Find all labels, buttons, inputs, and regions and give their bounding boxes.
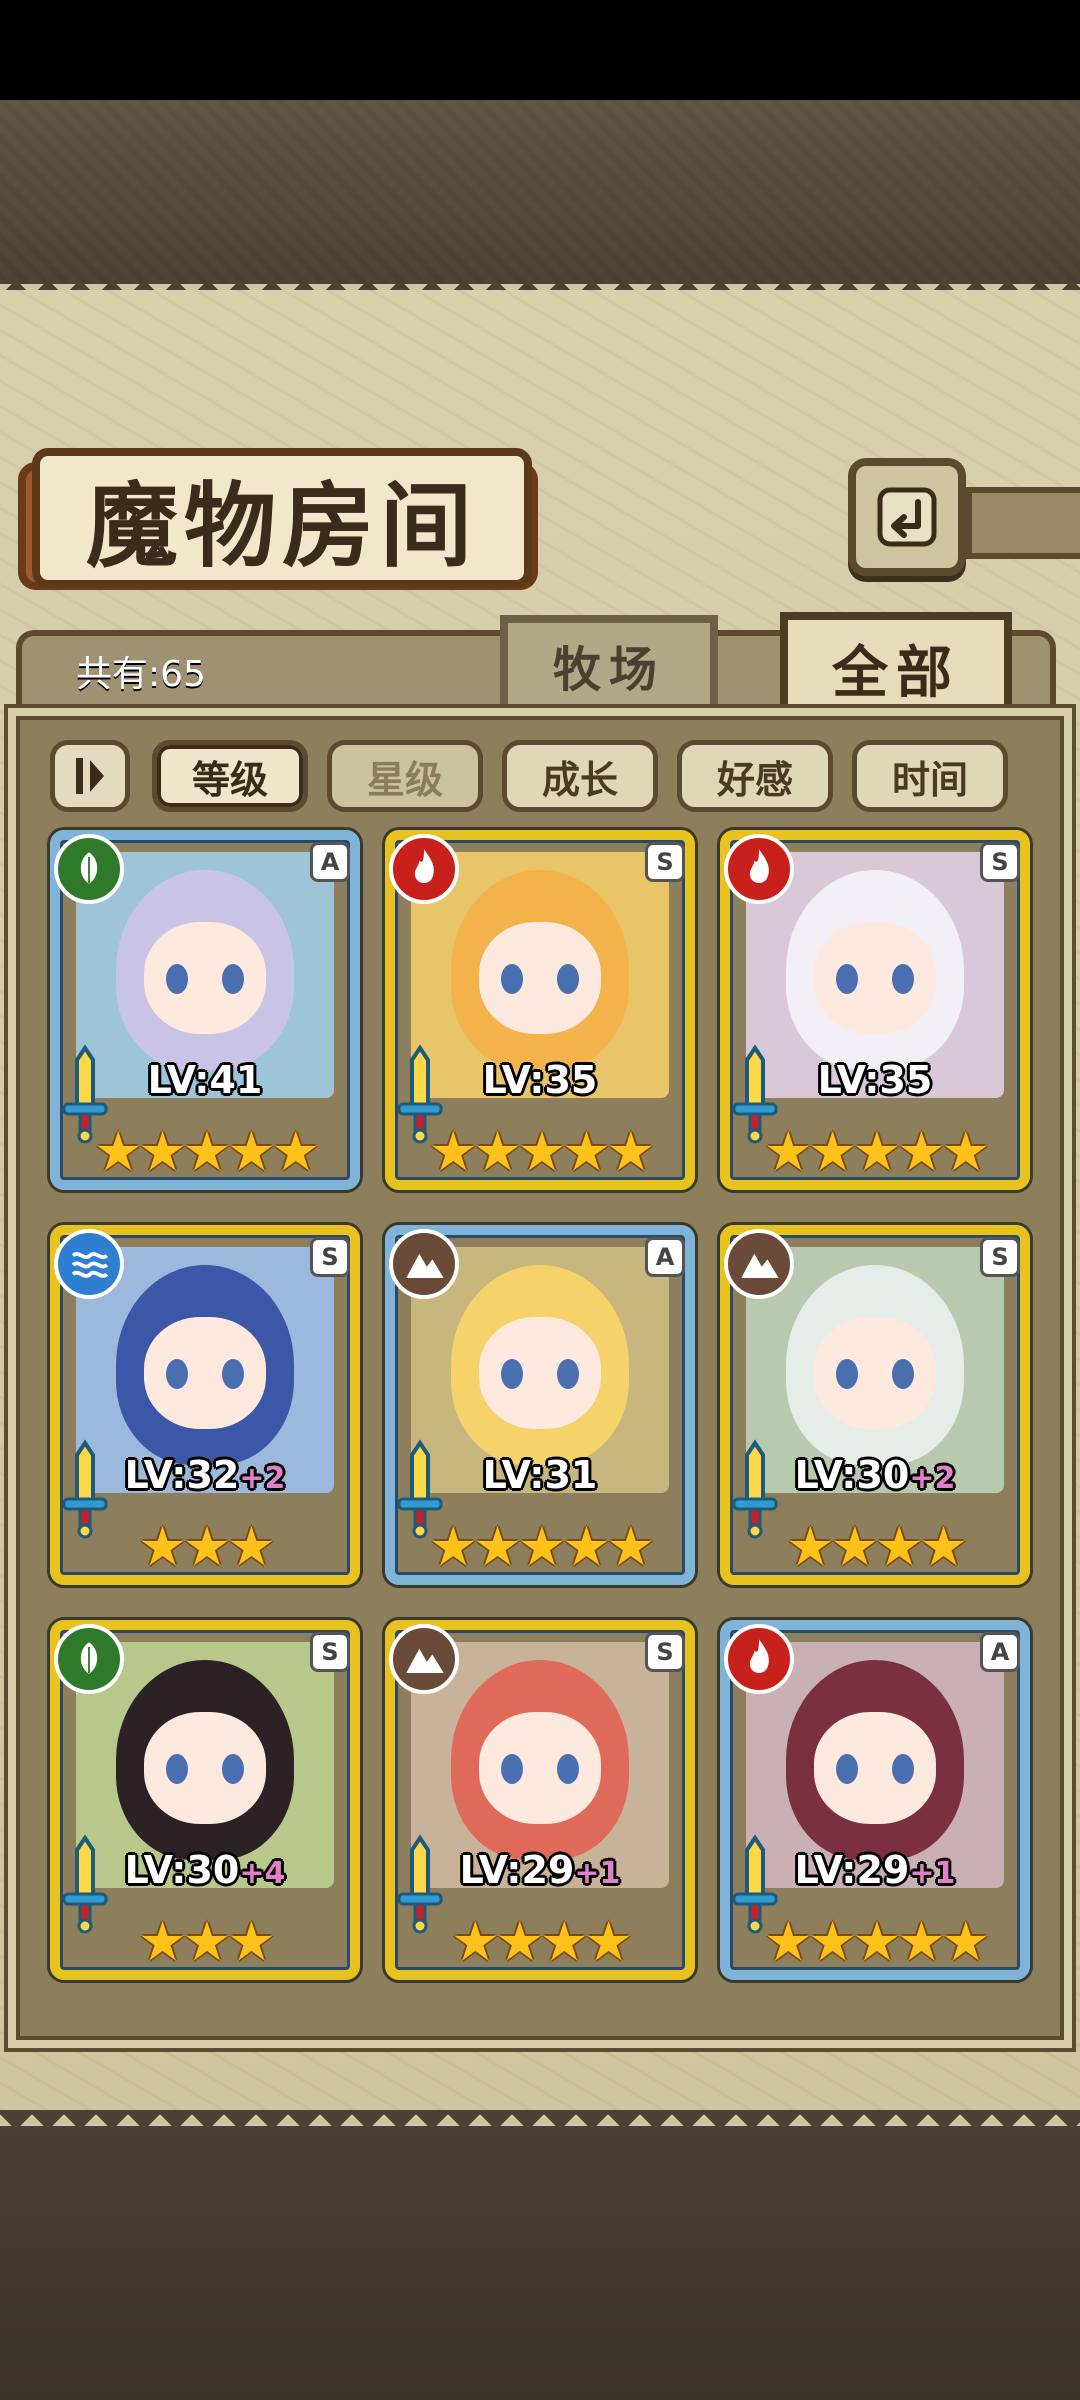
monster-card[interactable]: S LV:35 ★★★★★ xyxy=(720,830,1030,1190)
monster-card[interactable]: A LV:41 ★★★★★ xyxy=(50,830,360,1190)
sort-star-button[interactable]: 星级 xyxy=(327,740,483,812)
monster-card[interactable]: S LV:29+1 ★★★★ xyxy=(385,1620,695,1980)
monster-level: LV:41 xyxy=(50,1058,360,1102)
star-rating: ★★★★ xyxy=(786,1515,968,1578)
map-background-bottom xyxy=(0,2110,1080,2400)
leaf-icon xyxy=(54,834,124,904)
fire-icon xyxy=(724,834,794,904)
sort-level-button[interactable]: 等级 xyxy=(152,740,308,812)
level-value: LV:35 xyxy=(817,1058,933,1102)
monster-card[interactable]: S LV:30+2 ★★★★ xyxy=(720,1225,1030,1585)
rank-badge: A xyxy=(645,1237,685,1277)
star-rating: ★★★ xyxy=(138,1910,275,1973)
leaf-icon xyxy=(54,1624,124,1694)
water-icon xyxy=(54,1229,124,1299)
monster-card[interactable]: S LV:35 ★★★★★ xyxy=(385,830,695,1190)
star-rating: ★★★ xyxy=(138,1515,275,1578)
level-value: LV:31 xyxy=(482,1453,598,1497)
earth-icon xyxy=(724,1229,794,1299)
monster-card[interactable]: A LV:31 ★★★★★ xyxy=(385,1225,695,1585)
star-rating: ★★★★ xyxy=(451,1910,633,1973)
tab-ranch[interactable]: 牧场 xyxy=(500,615,718,715)
star-rating: ★★★★★ xyxy=(763,1120,990,1183)
level-plus: +4 xyxy=(239,1856,286,1891)
earth-icon xyxy=(389,1624,459,1694)
monster-level: LV:31 xyxy=(385,1453,695,1497)
monster-level: LV:29+1 xyxy=(720,1848,1030,1892)
earth-icon xyxy=(389,1229,459,1299)
tab-all-label: 全部 xyxy=(832,640,960,706)
rank-badge: S xyxy=(310,1632,350,1672)
rank-badge: S xyxy=(980,842,1020,882)
level-value: LV:30 xyxy=(124,1848,240,1892)
monster-level: LV:35 xyxy=(720,1058,1030,1102)
level-value: LV:32 xyxy=(124,1453,240,1497)
back-arrow-icon xyxy=(877,487,937,547)
rank-badge: S xyxy=(310,1237,350,1277)
level-value: LV:30 xyxy=(794,1453,910,1497)
monster-card[interactable]: S LV:32+2 ★★★ xyxy=(50,1225,360,1585)
page-title: 魔物房间 xyxy=(85,471,478,580)
monster-level: LV:29+1 xyxy=(385,1848,695,1892)
sort-time-button[interactable]: 时间 xyxy=(852,740,1008,812)
title-banner: 魔物房间 xyxy=(18,448,538,590)
star-rating: ★★★★★ xyxy=(428,1515,655,1578)
level-plus: +1 xyxy=(574,1856,621,1891)
rank-badge: A xyxy=(980,1632,1020,1672)
level-plus: +2 xyxy=(909,1461,956,1496)
level-value: LV:29 xyxy=(459,1848,575,1892)
monster-level: LV:32+2 xyxy=(50,1453,360,1497)
rank-badge: S xyxy=(645,1632,685,1672)
monster-level: LV:30+4 xyxy=(50,1848,360,1892)
star-rating: ★★★★★ xyxy=(93,1120,320,1183)
monster-level: LV:30+2 xyxy=(720,1453,1030,1497)
monster-count: 共有:65 xyxy=(76,654,206,695)
level-value: LV:29 xyxy=(794,1848,910,1892)
sort-affection-button[interactable]: 好感 xyxy=(677,740,833,812)
title-plate: 魔物房间 xyxy=(32,448,532,588)
star-rating: ★★★★★ xyxy=(428,1120,655,1183)
level-plus: +2 xyxy=(239,1461,286,1496)
monster-card[interactable]: S LV:30+4 ★★★ xyxy=(50,1620,360,1980)
level-value: LV:35 xyxy=(482,1058,598,1102)
rank-badge: S xyxy=(980,1237,1020,1277)
sort-order-toggle[interactable] xyxy=(50,740,130,812)
back-button[interactable] xyxy=(848,458,966,576)
sort-growth-button[interactable]: 成长 xyxy=(502,740,658,812)
fire-icon xyxy=(389,834,459,904)
header-deco-bar xyxy=(966,487,1080,559)
star-rating: ★★★★★ xyxy=(763,1910,990,1973)
map-background-top xyxy=(0,100,1080,300)
status-bar xyxy=(0,0,1080,100)
level-value: LV:41 xyxy=(147,1058,263,1102)
sort-order-icon xyxy=(76,758,104,794)
monster-card[interactable]: A LV:29+1 ★★★★★ xyxy=(720,1620,1030,1980)
fire-icon xyxy=(724,1624,794,1694)
level-plus: +1 xyxy=(909,1856,956,1891)
rank-badge: A xyxy=(310,842,350,882)
tab-ranch-label: 牧场 xyxy=(552,642,665,698)
monster-level: LV:35 xyxy=(385,1058,695,1102)
rank-badge: S xyxy=(645,842,685,882)
